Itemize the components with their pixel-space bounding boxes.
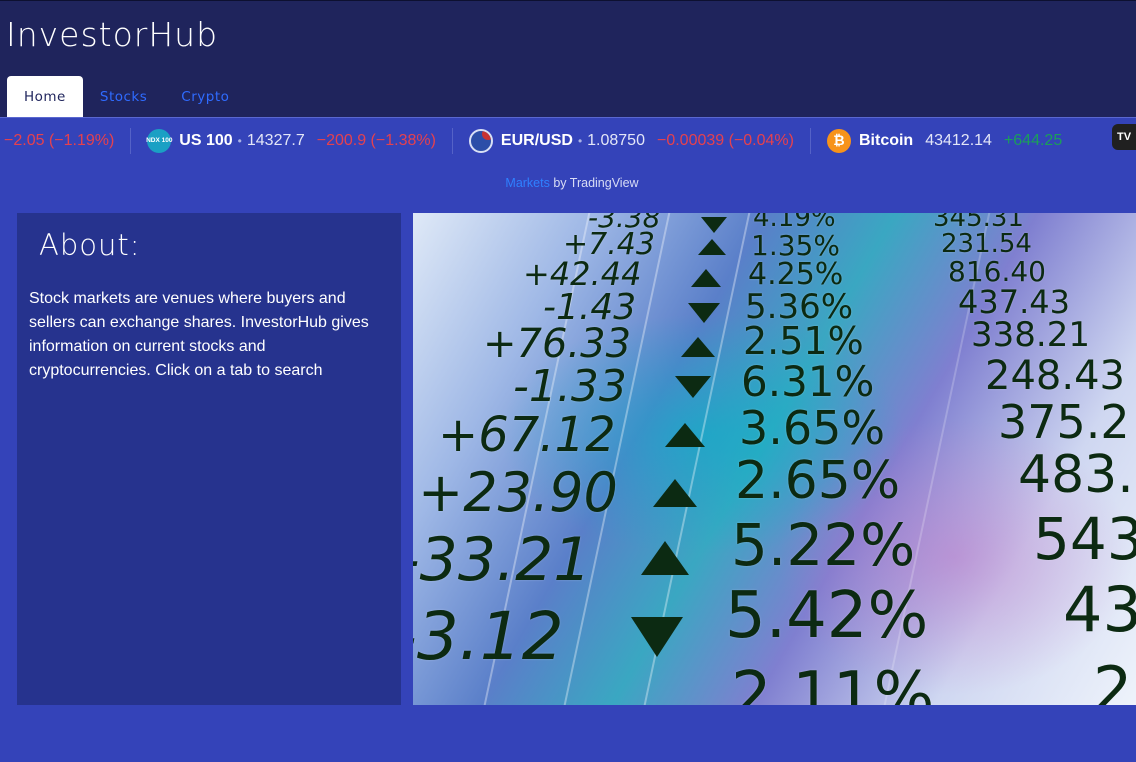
- ticker-change: −2.05 (−1.19%): [4, 131, 115, 149]
- ticker-symbol: EUR/USD: [500, 131, 573, 149]
- about-panel: About: Stock markets are venues where bu…: [17, 213, 401, 705]
- up-arrow-icon: [641, 541, 689, 575]
- up-arrow-icon: [698, 239, 726, 255]
- ndx-icon: NDX 100: [146, 128, 172, 153]
- ticker-change: −0.00039 (−0.04%): [656, 131, 794, 149]
- ticker-dot: •: [237, 133, 242, 148]
- up-arrow-icon: [691, 269, 721, 287]
- stock-market-hero-image: -3.38 +7.43 +42.44 -1.43 +76.33 -1.33 +6…: [413, 213, 1136, 705]
- ticker-dot: •: [577, 133, 583, 148]
- widget-attribution: Markets by TradingView: [0, 176, 1136, 190]
- down-arrow-icon: [701, 217, 727, 233]
- hero-price: 375.2: [998, 395, 1130, 449]
- tradingview-logo-icon[interactable]: TV: [1112, 124, 1136, 150]
- ticker-tape[interactable]: −2.05 (−1.19%) NDX 100 US 100 • 14327.7 …: [0, 117, 1136, 162]
- hero-percent: 3.65%: [739, 401, 886, 455]
- ticker-symbol: Bitcoin: [858, 131, 914, 149]
- hero-percent: 2.65%: [735, 451, 901, 511]
- hero-price: 338.21: [971, 315, 1090, 355]
- hero-change: +67.12: [438, 407, 616, 463]
- bitcoin-icon: ₿: [826, 128, 851, 153]
- about-heading: About:: [39, 228, 141, 262]
- about-text: Stock markets are venues where buyers an…: [29, 290, 369, 379]
- hero-change: -1.33: [513, 361, 627, 412]
- eur-usd-flag-icon: [468, 128, 493, 153]
- hero-percent: 2.11%: [731, 659, 935, 705]
- tab-home[interactable]: Home: [7, 76, 83, 118]
- hero-price: 248.43: [985, 353, 1125, 399]
- ticker-price: 43412.14: [925, 131, 992, 149]
- ticker-price: 14327.7: [246, 131, 305, 149]
- ticker-symbol: US 100: [179, 131, 233, 149]
- ticker-item-bitcoin[interactable]: ₿ Bitcoin 43412.14 +644.25: [811, 118, 1078, 162]
- ticker-change: −200.9 (−1.38%): [316, 131, 436, 149]
- down-arrow-icon: [631, 617, 683, 657]
- markets-link[interactable]: Markets: [505, 176, 549, 190]
- app-header: InvestorHub Home Stocks Crypto: [0, 0, 1136, 118]
- hero-percent: 6.31%: [741, 357, 875, 406]
- ticker-item-eurusd[interactable]: EUR/USD • 1.08750 −0.00039 (−0.04%): [453, 118, 810, 162]
- hero-price: 483.: [1018, 445, 1134, 505]
- up-arrow-icon: [681, 337, 715, 357]
- ticker-item-us100[interactable]: NDX 100 US 100 • 14327.7 −200.9 (−1.38%): [131, 118, 452, 162]
- tab-stocks[interactable]: Stocks: [83, 76, 164, 118]
- hero-price: 43: [1063, 573, 1136, 646]
- hero-change: +23.90: [418, 461, 618, 524]
- hero-change: -33.21: [413, 525, 592, 595]
- hero-price: 543: [1033, 505, 1136, 573]
- ticker-item-partial[interactable]: −2.05 (−1.19%): [0, 118, 130, 162]
- app-title: InvestorHub: [6, 15, 219, 54]
- tab-crypto[interactable]: Crypto: [164, 76, 246, 118]
- tab-bar: Home Stocks Crypto: [7, 76, 246, 118]
- hero-change: -3.12: [413, 598, 564, 675]
- hero-price: 2: [1093, 653, 1133, 705]
- up-arrow-icon: [665, 423, 705, 447]
- ticker-change: +644.25: [1003, 131, 1063, 149]
- up-arrow-icon: [653, 479, 697, 507]
- ticker-price: 1.08750: [587, 131, 645, 149]
- attribution-suffix: by TradingView: [549, 176, 639, 190]
- down-arrow-icon: [675, 376, 711, 398]
- hero-percent: 5.22%: [731, 511, 916, 579]
- down-arrow-icon: [688, 303, 720, 323]
- hero-percent: 5.42%: [725, 579, 929, 653]
